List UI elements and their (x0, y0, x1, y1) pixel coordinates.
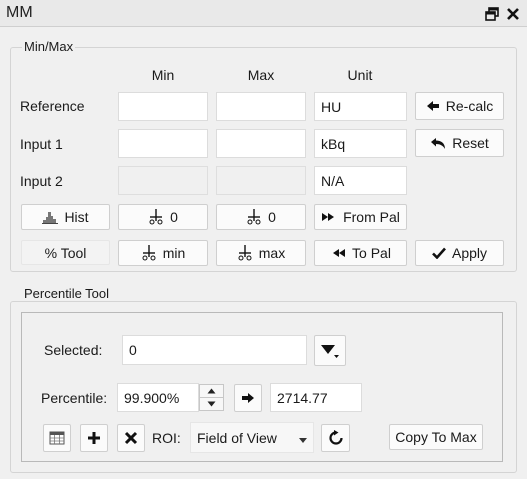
roi-select[interactable]: Field of View (190, 422, 314, 453)
input1-min-field[interactable] (118, 129, 208, 158)
percentile-label: Percentile: (41, 390, 108, 406)
arrow-left-icon (426, 100, 440, 112)
double-arrow-right-icon (321, 211, 337, 223)
scissors-icon (237, 245, 253, 261)
percentile-field[interactable]: 99.900% (117, 383, 199, 412)
minmax-group-title: Min/Max (22, 39, 76, 54)
set-min-label: min (162, 245, 186, 261)
percent-tool-button[interactable]: % Tool (21, 240, 110, 265)
double-arrow-left-icon (330, 247, 346, 259)
input2-label: Input 2 (20, 173, 63, 189)
dropdown-triangle-icon (320, 343, 340, 359)
zero-min-button[interactable]: 0 (118, 204, 208, 230)
reference-unit-field[interactable]: HU (314, 92, 407, 121)
input2-unit-field[interactable]: N/A (314, 166, 407, 195)
arrow-right-icon (241, 392, 255, 404)
to-pal-label: To Pal (352, 245, 391, 261)
reference-label: Reference (20, 98, 85, 114)
set-min-button[interactable]: min (118, 240, 208, 266)
from-pal-label: From Pal (343, 209, 400, 225)
input1-label: Input 1 (20, 136, 63, 152)
table-button[interactable] (43, 424, 71, 452)
selected-field[interactable]: 0 (122, 335, 307, 365)
min-column-header: Min (151, 67, 175, 83)
copy-to-max-button[interactable]: Copy To Max (389, 424, 483, 450)
x-icon (124, 431, 138, 445)
percentile-result-field[interactable]: 2714.77 (270, 383, 362, 412)
percentile-group-title: Percentile Tool (22, 286, 112, 301)
reference-max-field[interactable] (216, 92, 306, 121)
recalc-button[interactable]: Re-calc (415, 92, 504, 120)
scissors-icon (148, 209, 164, 225)
from-pal-button[interactable]: From Pal (314, 204, 407, 230)
roi-select-value: Field of View (197, 429, 277, 446)
max-column-header: Max (247, 67, 275, 83)
input2-min-field (118, 166, 208, 195)
refresh-icon (328, 430, 344, 446)
set-max-label: max (258, 245, 286, 261)
undock-icon[interactable] (484, 6, 500, 22)
apply-button[interactable]: Apply (415, 240, 504, 266)
input2-max-field (216, 166, 306, 195)
input1-unit-field[interactable]: kBq (314, 129, 407, 158)
title-bar: MM (0, 0, 527, 27)
copy-to-max-label: Copy To Max (395, 429, 477, 445)
histogram-icon (42, 210, 59, 224)
spin-down-icon[interactable] (200, 398, 223, 411)
zero-max-label: 0 (268, 209, 276, 225)
to-pal-button[interactable]: To Pal (314, 240, 407, 266)
reset-button[interactable]: Reset (415, 129, 504, 157)
chevron-down-icon (299, 430, 307, 446)
reset-label: Reset (452, 135, 489, 151)
percent-tool-label: % Tool (44, 244, 87, 261)
undo-arrow-icon (430, 137, 446, 150)
input1-max-field[interactable] (216, 129, 306, 158)
apply-label: Apply (451, 245, 488, 261)
window-title: MM (6, 4, 33, 21)
zero-min-label: 0 (170, 209, 178, 225)
zero-max-button[interactable]: 0 (216, 204, 306, 230)
scissors-icon (246, 209, 262, 225)
close-icon[interactable] (505, 6, 521, 22)
recalc-label: Re-calc (445, 98, 494, 114)
add-button[interactable] (80, 424, 108, 452)
unit-column-header: Unit (347, 67, 373, 83)
plus-icon (87, 431, 101, 445)
spin-up-icon[interactable] (200, 385, 223, 398)
table-icon (49, 431, 65, 445)
scissors-icon (141, 245, 157, 261)
reference-min-field[interactable] (118, 92, 208, 121)
roi-label: ROI: (152, 430, 181, 446)
refresh-button[interactable] (321, 424, 350, 452)
set-max-button[interactable]: max (216, 240, 306, 266)
remove-button[interactable] (117, 424, 145, 452)
hist-button[interactable]: Hist (21, 204, 110, 230)
checkmark-icon (432, 247, 446, 259)
compute-arrow-button[interactable] (234, 384, 262, 412)
percentile-spinner[interactable] (199, 384, 224, 411)
selected-dropdown-button[interactable] (314, 335, 346, 366)
hist-label: Hist (64, 209, 89, 225)
selected-label: Selected: (44, 342, 103, 358)
